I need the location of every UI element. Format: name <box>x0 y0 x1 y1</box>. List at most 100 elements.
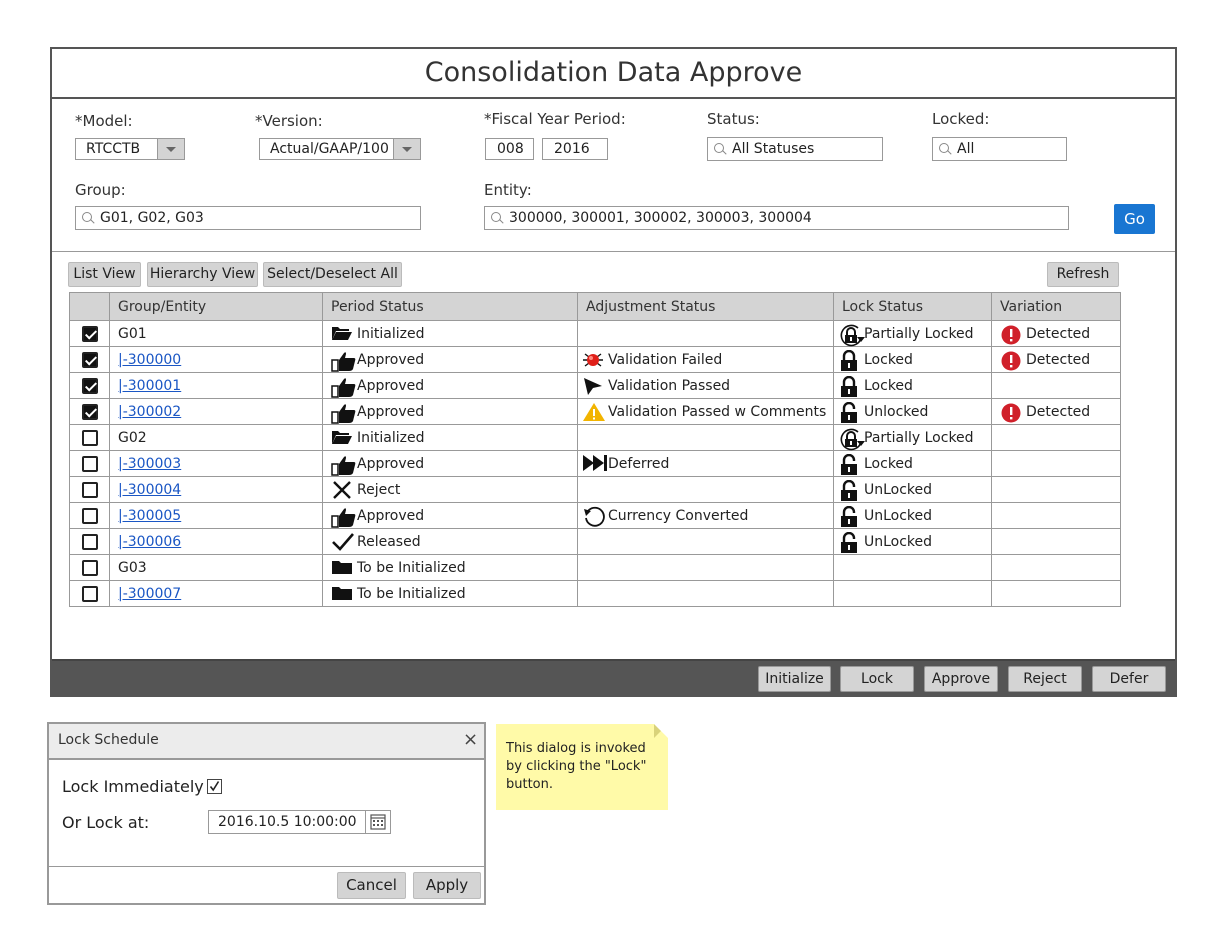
row-select-cell[interactable] <box>69 502 110 529</box>
entity-link[interactable]: |-300007 <box>118 586 181 602</box>
entity-link[interactable]: |-300006 <box>118 534 181 550</box>
adjustment-status-cell: Deferred <box>577 450 834 477</box>
period-status-text: Initialized <box>357 429 425 446</box>
row-select-cell[interactable] <box>69 424 110 451</box>
lock-immediately-checkbox[interactable] <box>207 779 222 794</box>
table-row[interactable]: G02 Initialized Partially Locked <box>69 424 1121 451</box>
table-header-row: Group/Entity Period Status Adjustment St… <box>69 292 1121 321</box>
lock-status-cell: Locked <box>833 372 992 399</box>
reject-button[interactable]: Reject <box>1008 666 1082 692</box>
row-checkbox[interactable] <box>81 559 98 576</box>
entity-cell: G03 <box>109 554 323 581</box>
data-table: Group/Entity Period Status Adjustment St… <box>69 292 1121 607</box>
entity-link[interactable]: |-300005 <box>118 508 181 524</box>
approve-button[interactable]: Approve <box>924 666 998 692</box>
thumbs-up-icon <box>331 454 356 476</box>
row-select-cell[interactable] <box>69 346 110 373</box>
unlock-icon <box>838 531 860 553</box>
period-status-header[interactable]: Period Status <box>322 292 578 321</box>
entity-link[interactable]: |-300003 <box>118 456 181 472</box>
model-select[interactable]: RTCCTB <box>75 138 185 160</box>
version-select[interactable]: Actual/GAAP/100 <box>259 138 421 160</box>
entity-link[interactable]: |-300001 <box>118 378 181 394</box>
calendar-icon[interactable] <box>365 810 391 834</box>
group-input[interactable]: G01, G02, G03 <box>75 206 421 230</box>
table-row[interactable]: |-300005 Approved Currency Converted UnLock… <box>69 502 1121 529</box>
table-row[interactable]: |-300000 Approved Validation Failed Locked D… <box>69 346 1121 373</box>
row-select-cell[interactable] <box>69 528 110 555</box>
list-view-button[interactable]: List View <box>68 262 141 287</box>
table-row[interactable]: |-300007 To be Initialized <box>69 580 1121 607</box>
row-select-cell[interactable] <box>69 476 110 503</box>
apply-button[interactable]: Apply <box>413 872 481 899</box>
entity-cell: |-300006 <box>109 528 323 555</box>
lock-status-cell: UnLocked <box>833 476 992 503</box>
chevron-down-icon[interactable] <box>157 139 184 159</box>
period-status-text: Approved <box>357 351 425 368</box>
adjustment-status-header[interactable]: Adjustment Status <box>577 292 834 321</box>
status-input[interactable]: All Statuses <box>707 137 883 161</box>
folder-icon <box>331 558 353 578</box>
table-row[interactable]: |-300006 Released UnLocked <box>69 528 1121 555</box>
lock-button[interactable]: Lock <box>840 666 914 692</box>
adjustment-status-cell <box>577 528 834 555</box>
partial-lock-icon <box>838 324 865 346</box>
initialize-button[interactable]: Initialize <box>758 666 831 692</box>
lock-at-input[interactable]: 2016.10.5 10:00:00 <box>208 810 366 834</box>
hierarchy-view-button[interactable]: Hierarchy View <box>147 262 258 287</box>
dialog-footer-divider <box>49 866 484 867</box>
table-row[interactable]: G01 Initialized Partially Locked Detected <box>69 320 1121 347</box>
fiscal-label: *Fiscal Year Period: <box>484 110 626 128</box>
row-checkbox[interactable] <box>81 325 98 342</box>
chevron-down-icon[interactable] <box>393 139 420 159</box>
fiscal-year-input[interactable]: 2016 <box>542 138 608 160</box>
row-checkbox[interactable] <box>81 507 98 524</box>
unlock-icon <box>838 505 860 527</box>
cancel-button[interactable]: Cancel <box>337 872 406 899</box>
group-entity-header[interactable]: Group/Entity <box>109 292 323 321</box>
variation-text: Detected <box>1026 325 1091 342</box>
entity-input[interactable]: 300000, 300001, 300002, 300003, 300004 <box>484 206 1069 230</box>
row-checkbox[interactable] <box>81 481 98 498</box>
go-button[interactable]: Go <box>1114 204 1155 234</box>
period-status-text: Released <box>357 533 421 550</box>
close-icon[interactable]: × <box>463 729 478 750</box>
entity-link[interactable]: |-300004 <box>118 482 181 498</box>
adjustment-status-cell: Validation Passed <box>577 372 834 399</box>
locked-input[interactable]: All <box>932 137 1067 161</box>
unlock-icon <box>838 479 860 501</box>
adjustment-status-cell <box>577 476 834 503</box>
row-select-cell[interactable] <box>69 372 110 399</box>
lock-status-cell: UnLocked <box>833 528 992 555</box>
row-checkbox[interactable] <box>81 533 98 550</box>
row-checkbox[interactable] <box>81 585 98 602</box>
row-checkbox[interactable] <box>81 455 98 472</box>
status-value: All Statuses <box>732 141 815 157</box>
table-row[interactable]: G03 To be Initialized <box>69 554 1121 581</box>
defer-button[interactable]: Defer <box>1092 666 1166 692</box>
table-row[interactable]: |-300002 Approved Validation Passed w Comm… <box>69 398 1121 425</box>
group-label: Group: <box>75 181 126 199</box>
variation-header[interactable]: Variation <box>991 292 1121 321</box>
row-checkbox[interactable] <box>81 403 98 420</box>
row-checkbox[interactable] <box>81 429 98 446</box>
row-checkbox[interactable] <box>81 351 98 368</box>
select-all-button[interactable]: Select/Deselect All <box>263 262 402 287</box>
table-row[interactable]: |-300003 Approved Deferred Locked <box>69 450 1121 477</box>
period-status-cell: Released <box>322 528 578 555</box>
entity-link[interactable]: |-300002 <box>118 404 181 420</box>
row-select-cell[interactable] <box>69 580 110 607</box>
refresh-button[interactable]: Refresh <box>1047 262 1119 287</box>
lock-status-header[interactable]: Lock Status <box>833 292 992 321</box>
fiscal-period-input[interactable]: 008 <box>485 138 534 160</box>
period-status-text: To be Initialized <box>357 559 466 576</box>
table-row[interactable]: |-300004 Reject UnLocked <box>69 476 1121 503</box>
table-row[interactable]: |-300001 Approved Validation Passed Locked <box>69 372 1121 399</box>
period-status-cell: Initialized <box>322 320 578 347</box>
row-select-cell[interactable] <box>69 450 110 477</box>
row-select-cell[interactable] <box>69 398 110 425</box>
row-select-cell[interactable] <box>69 554 110 581</box>
row-select-cell[interactable] <box>69 320 110 347</box>
row-checkbox[interactable] <box>81 377 98 394</box>
entity-link[interactable]: |-300000 <box>118 352 181 368</box>
